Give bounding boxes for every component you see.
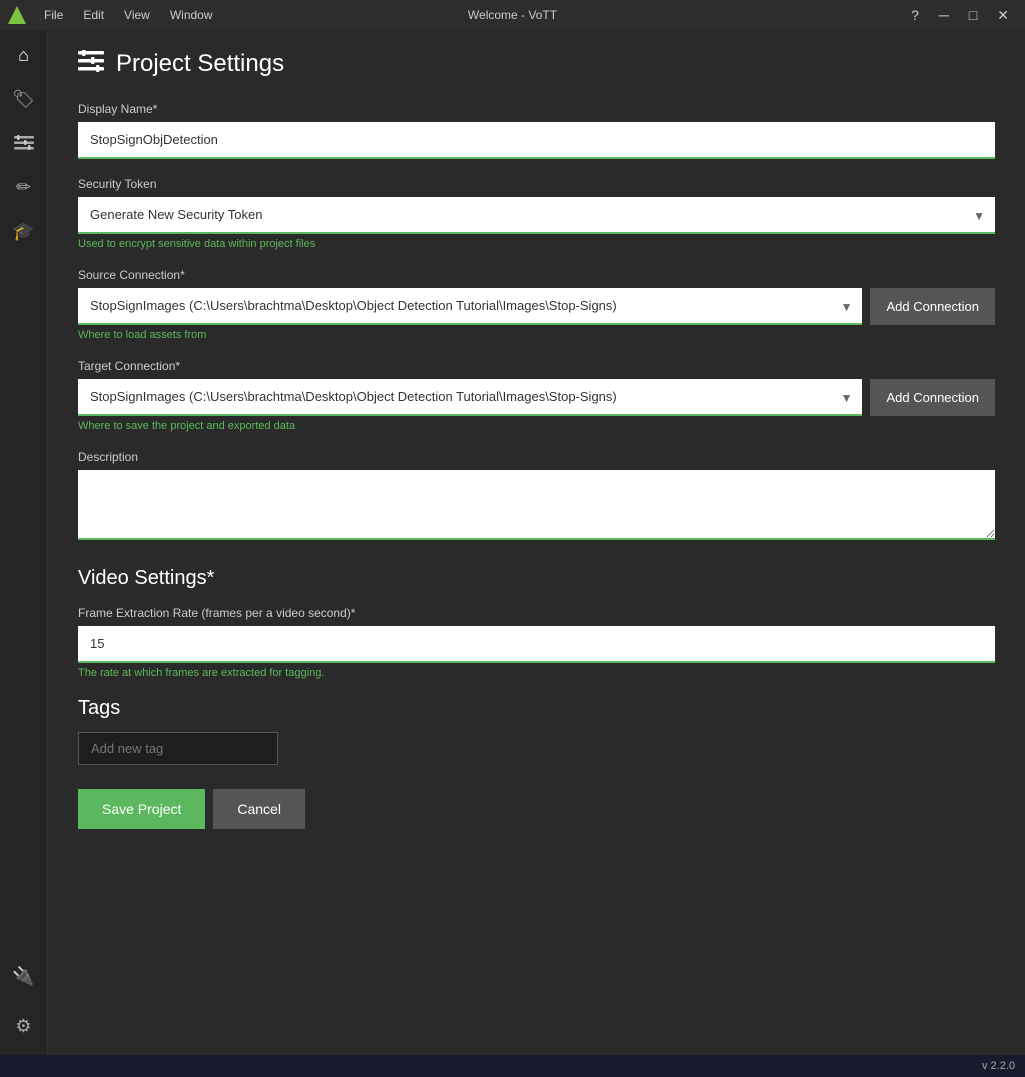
minimize-button[interactable]: ─ <box>931 0 957 30</box>
save-project-button[interactable]: Save Project <box>78 789 205 829</box>
sidebar-item-plugin[interactable]: 🔌 <box>3 955 45 997</box>
tag-input[interactable] <box>78 732 278 765</box>
security-token-label: Security Token <box>78 177 995 191</box>
menu-file[interactable]: File <box>34 0 73 30</box>
target-add-connection-button[interactable]: Add Connection <box>870 379 995 416</box>
menu-window[interactable]: Window <box>160 0 223 30</box>
cancel-button[interactable]: Cancel <box>213 789 305 829</box>
frame-rate-input[interactable] <box>78 626 995 663</box>
tags-section: Tags <box>78 697 995 765</box>
sidebar: ⌂ 🏷 ✏ 🎓 🔌 ⚙ <box>0 30 48 1055</box>
target-connection-select-wrapper: StopSignImages (C:\Users\brachtma\Deskto… <box>78 379 862 416</box>
menu-edit[interactable]: Edit <box>73 0 114 30</box>
sidebar-item-home[interactable]: ⌂ <box>3 34 45 76</box>
titlebar: File Edit View Window Welcome - VoTT ? ─… <box>0 0 1025 30</box>
menu-bar: File Edit View Window <box>34 0 223 30</box>
description-group: Description <box>78 450 995 543</box>
target-connection-row: StopSignImages (C:\Users\brachtma\Deskto… <box>78 379 995 416</box>
target-connection-hint: Where to save the project and exported d… <box>78 420 995 432</box>
maximize-button[interactable]: □ <box>961 0 985 30</box>
security-token-wrapper: Generate New Security Token ▼ <box>78 197 995 234</box>
target-connection-label: Target Connection* <box>78 359 995 373</box>
source-connection-label: Source Connection* <box>78 268 995 282</box>
display-name-group: Display Name* <box>78 102 995 159</box>
version-label: v 2.2.0 <box>982 1060 1015 1072</box>
sidebar-item-edit[interactable]: ✏ <box>3 166 45 208</box>
target-connection-select[interactable]: StopSignImages (C:\Users\brachtma\Deskto… <box>78 379 862 416</box>
window-controls: ? ─ □ ✕ <box>903 0 1017 30</box>
security-token-group: Security Token Generate New Security Tok… <box>78 177 995 250</box>
frame-rate-group: Frame Extraction Rate (frames per a vide… <box>78 606 995 679</box>
app-body: ⌂ 🏷 ✏ 🎓 🔌 ⚙ <box>0 30 1025 1055</box>
frame-rate-hint: The rate at which frames are extracted f… <box>78 667 995 679</box>
help-button[interactable]: ? <box>903 0 927 30</box>
tags-title: Tags <box>78 697 995 720</box>
sidebar-item-bookmark[interactable]: 🏷 <box>3 78 45 120</box>
sidebar-item-settings[interactable]: ⚙ <box>3 1005 45 1047</box>
security-token-select[interactable]: Generate New Security Token <box>78 197 995 234</box>
video-settings-title: Video Settings* <box>78 567 995 590</box>
action-buttons: Save Project Cancel <box>78 789 995 829</box>
target-connection-group: Target Connection* StopSignImages (C:\Us… <box>78 359 995 432</box>
sidebar-item-train[interactable]: 🎓 <box>3 210 45 252</box>
display-name-input[interactable] <box>78 122 995 159</box>
window-title: Welcome - VoTT <box>468 8 557 22</box>
page-header: Project Settings <box>78 50 995 78</box>
source-connection-select[interactable]: StopSignImages (C:\Users\brachtma\Deskto… <box>78 288 862 325</box>
statusbar: v 2.2.0 <box>0 1055 1025 1077</box>
description-label: Description <box>78 450 995 464</box>
display-name-label: Display Name* <box>78 102 995 116</box>
page-title-icon <box>78 50 104 78</box>
close-button[interactable]: ✕ <box>989 0 1017 30</box>
frame-rate-label: Frame Extraction Rate (frames per a vide… <box>78 606 995 620</box>
source-connection-group: Source Connection* StopSignImages (C:\Us… <box>78 268 995 341</box>
source-connection-row: StopSignImages (C:\Users\brachtma\Deskto… <box>78 288 995 325</box>
description-textarea[interactable] <box>78 470 995 540</box>
source-connection-hint: Where to load assets from <box>78 329 995 341</box>
source-connection-select-wrapper: StopSignImages (C:\Users\brachtma\Deskto… <box>78 288 862 325</box>
page-title: Project Settings <box>116 50 284 78</box>
source-add-connection-button[interactable]: Add Connection <box>870 288 995 325</box>
app-logo <box>8 6 26 24</box>
sidebar-item-project-settings[interactable] <box>3 122 45 164</box>
main-content: Project Settings Display Name* Security … <box>48 30 1025 1055</box>
security-token-hint: Used to encrypt sensitive data within pr… <box>78 238 995 250</box>
menu-view[interactable]: View <box>114 0 160 30</box>
